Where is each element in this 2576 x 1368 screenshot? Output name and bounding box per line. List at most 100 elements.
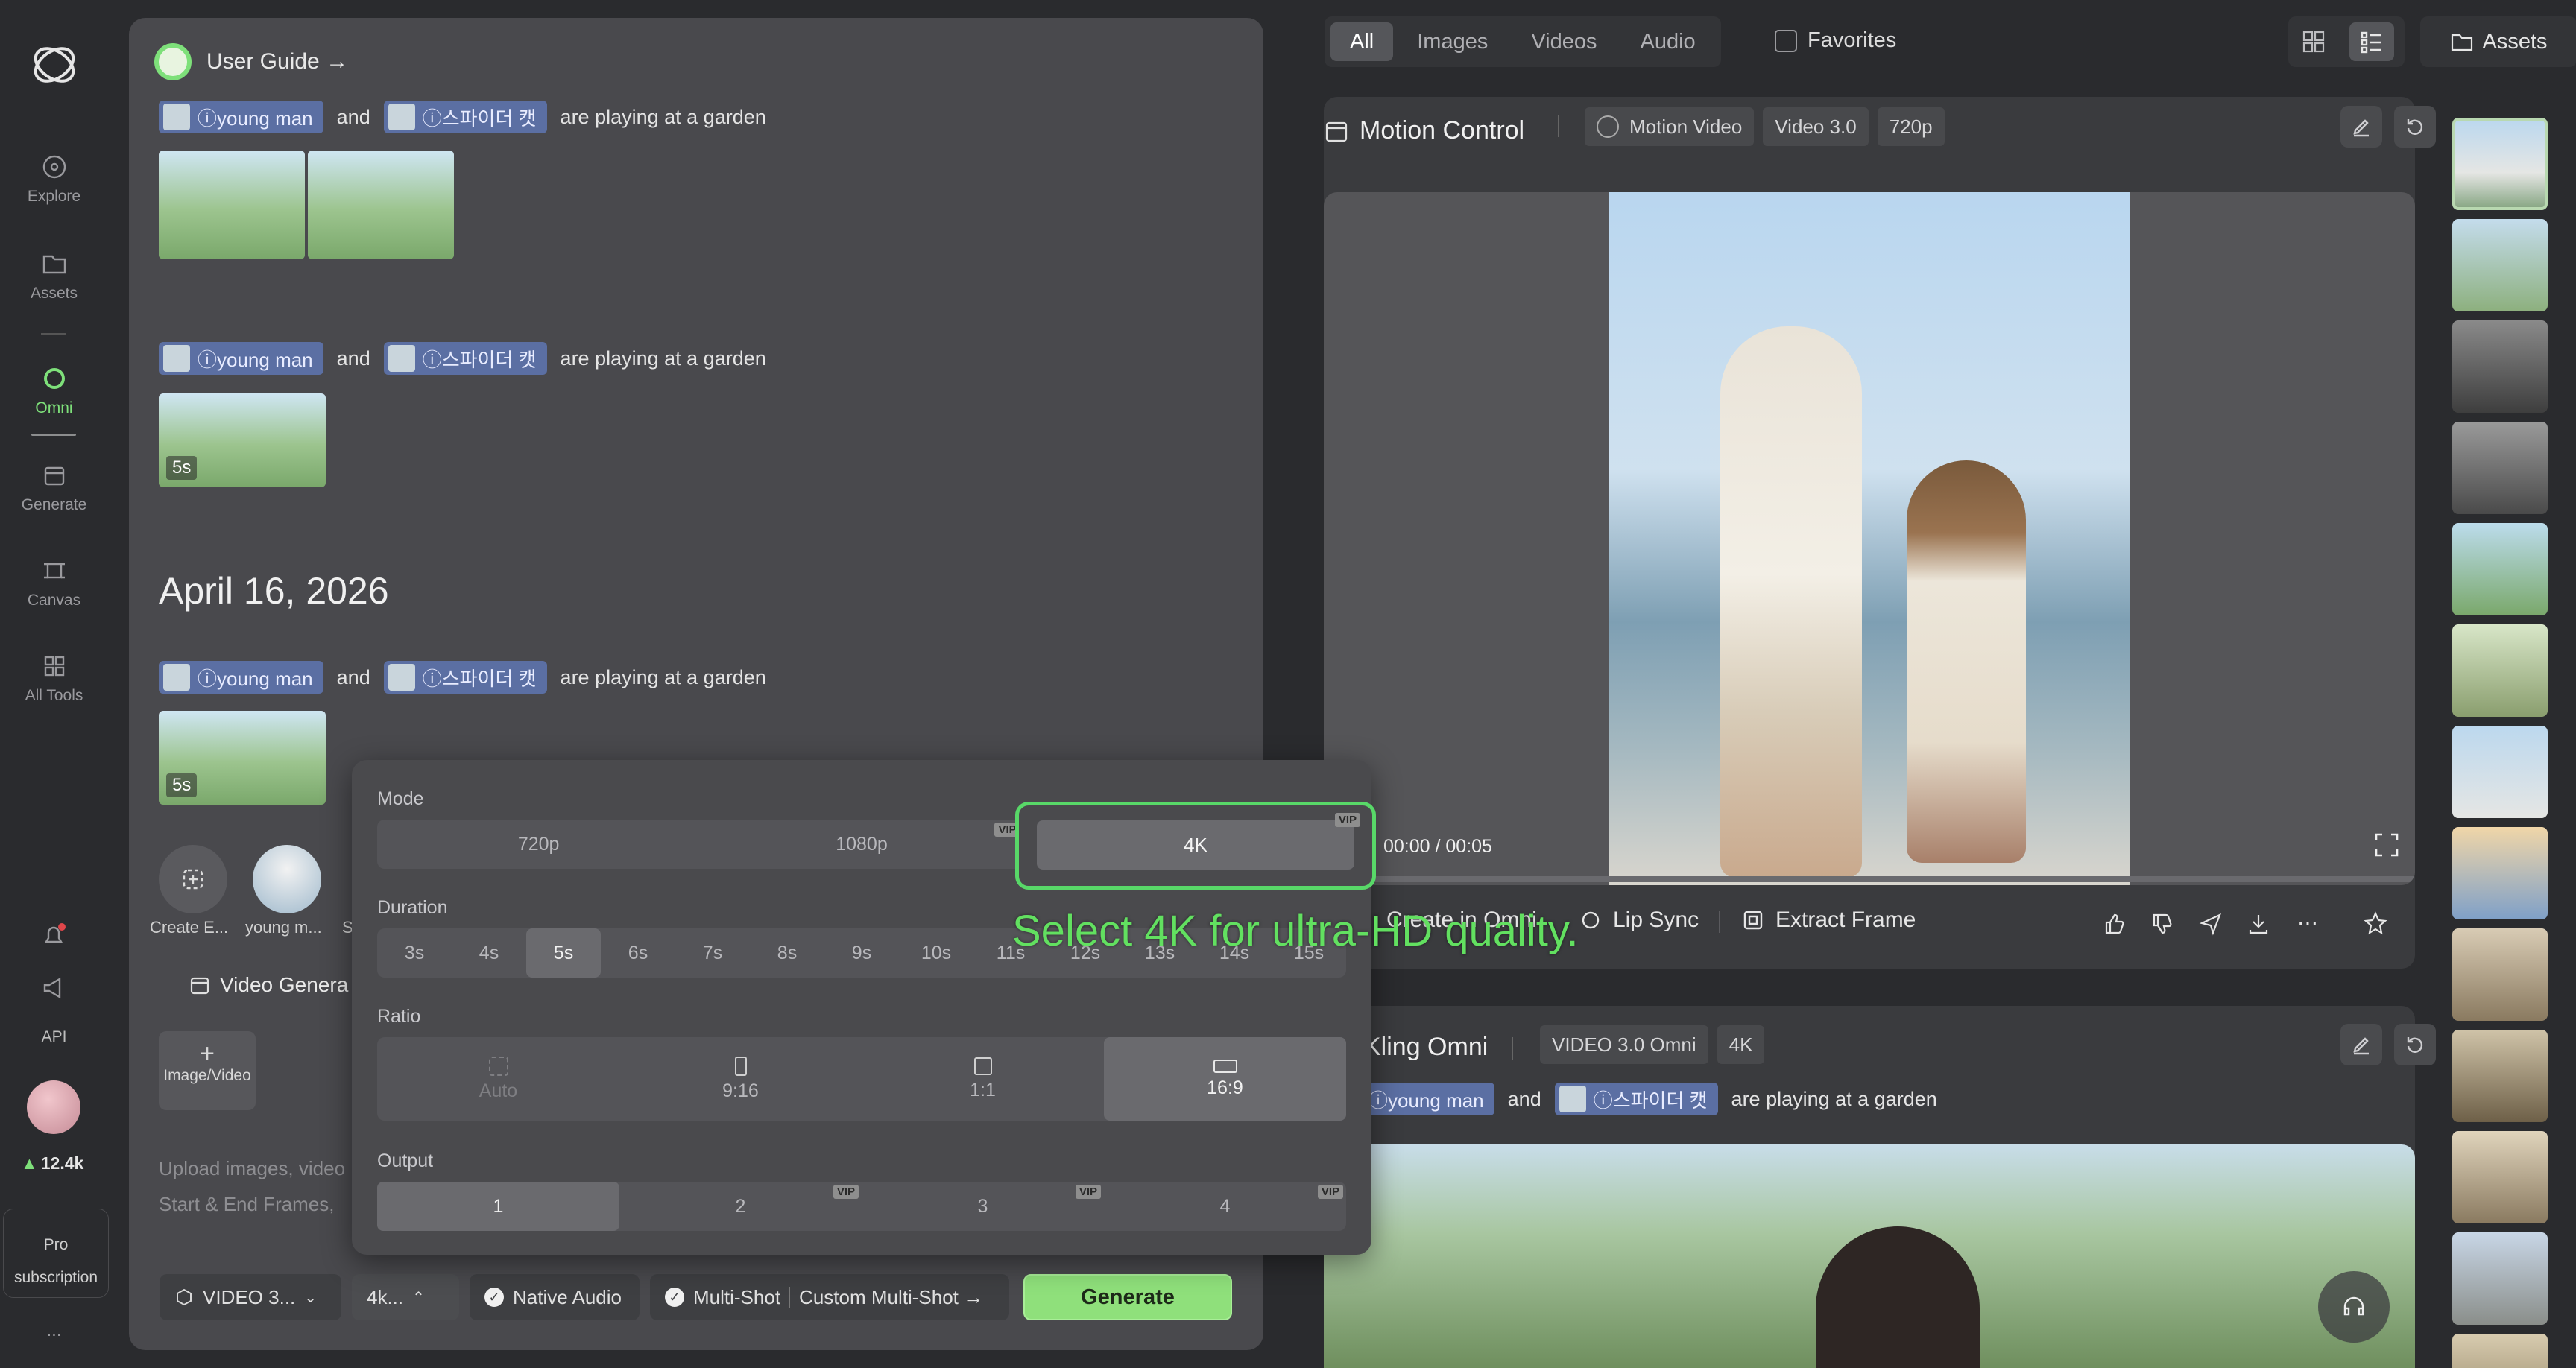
duration-option-4s[interactable]: 4s (452, 928, 526, 978)
app-logo-icon[interactable] (28, 39, 80, 91)
more-menu[interactable]: ... (0, 1320, 108, 1341)
history-prompt[interactable]: ⓘyoung man and ⓘ스파이더 캣 are playing at a … (159, 100, 766, 134)
duration-option-3s[interactable]: 3s (377, 928, 452, 978)
prompt-input[interactable]: Upload images, video Start & End Frames, (159, 1150, 345, 1222)
subject-chip[interactable]: ⓘ스파이더 캣 (383, 661, 547, 694)
grid-view-icon[interactable] (2299, 27, 2329, 57)
history-prompt[interactable]: ⓘyoung man and ⓘ스파이더 캣 are playing at a … (159, 341, 766, 376)
list-view-button[interactable] (2349, 22, 2394, 61)
lip-sync-button[interactable]: Lip Sync (1579, 908, 1699, 933)
megaphone-icon[interactable] (39, 973, 69, 1003)
star-icon[interactable] (2363, 911, 2388, 936)
sidebar-item-generate[interactable]: Generate (0, 460, 108, 514)
custom-multi-shot-link[interactable]: Custom Multi-Shot → (799, 1286, 983, 1309)
sidebar-item-omni[interactable]: Omni (0, 364, 108, 417)
subject-chip[interactable]: ⓘyoung man (159, 661, 323, 694)
thumbnail-item[interactable] (2452, 827, 2548, 919)
user-guide-link[interactable]: User Guide → (154, 43, 348, 80)
video-thumbnail[interactable]: 5s (159, 711, 326, 805)
edit-button[interactable] (2340, 1024, 2382, 1065)
mode-option-4k[interactable]: 4K VIP (1015, 802, 1376, 890)
regenerate-button[interactable] (2394, 106, 2436, 148)
add-image-video-button[interactable]: + Image/Video (159, 1031, 256, 1110)
subject-chip[interactable]: ⓘ스파이더 캣 (1554, 1083, 1718, 1115)
sidebar-item-explore[interactable]: Explore (0, 152, 108, 206)
tab-all[interactable]: All (1330, 22, 1394, 61)
assets-button[interactable]: Assets (2420, 16, 2576, 67)
video-thumbnail[interactable] (308, 151, 454, 259)
duration-option-9s[interactable]: 9s (824, 928, 899, 978)
bell-icon[interactable] (39, 921, 69, 951)
more-options-icon[interactable]: ⋯ (2297, 911, 2318, 935)
extract-frame-button[interactable]: Extract Frame (1741, 908, 1916, 933)
generate-button[interactable]: Generate (1023, 1274, 1232, 1320)
thumbnail-item[interactable] (2452, 1030, 2548, 1122)
video-preview[interactable] (1324, 1144, 2415, 1368)
api-link[interactable]: API (0, 1028, 108, 1046)
favorites-checkbox[interactable]: Favorites (1775, 28, 1896, 53)
pro-subscription-button[interactable]: Pro subscription (3, 1209, 109, 1298)
edit-button[interactable] (2340, 106, 2382, 148)
thumbnail-item[interactable] (2452, 624, 2548, 717)
fullscreen-icon[interactable] (2372, 830, 2402, 860)
sidebar: Explore Assets Omni Generate Canvas All … (0, 0, 109, 1368)
ratio-option-1-1[interactable]: 1:1 (862, 1037, 1104, 1121)
thumbnail-item[interactable] (2452, 320, 2548, 413)
chip-thumbnail (388, 664, 415, 691)
thumbnail-item[interactable] (2452, 726, 2548, 818)
sidebar-item-all-tools[interactable]: All Tools (0, 651, 108, 705)
thumbnail-item[interactable] (2452, 523, 2548, 615)
video-player[interactable]: 00:00 / 00:05 (1324, 192, 2415, 885)
subject-chip[interactable]: ⓘyoung man (159, 342, 323, 375)
thumbnail-item[interactable] (2452, 1334, 2548, 1368)
output-option-3[interactable]: 3 VIP (862, 1182, 1104, 1231)
download-icon[interactable] (2247, 912, 2270, 936)
regenerate-button[interactable] (2394, 1024, 2436, 1065)
thumbnail-item[interactable] (2452, 928, 2548, 1021)
multi-shot-toggle[interactable]: ✓ Multi-Shot Custom Multi-Shot → (650, 1274, 1009, 1320)
video-thumbnail[interactable]: 5s (159, 393, 326, 487)
duration-option-10s[interactable]: 10s (899, 928, 973, 978)
ratio-option-16-9[interactable]: 16:9 (1104, 1037, 1346, 1121)
result-prompt[interactable]: ⓘyoung man and ⓘ스파이더 캣 are playing at a … (1364, 1082, 1937, 1116)
duration-option-5s[interactable]: 5s (526, 928, 601, 978)
video-thumbnail[interactable] (159, 151, 305, 259)
ratio-option-9-16[interactable]: 9:16 (619, 1037, 862, 1121)
thumbs-down-icon[interactable] (2150, 912, 2174, 936)
thumbnail-item-selected[interactable] (2452, 118, 2548, 210)
model-select[interactable]: VIDEO 3... ⌄ (160, 1274, 341, 1320)
tab-videos[interactable]: Videos (1512, 22, 1616, 61)
send-icon[interactable] (2199, 912, 2223, 936)
support-button[interactable] (2318, 1271, 2390, 1343)
duration-option-8s[interactable]: 8s (750, 928, 824, 978)
sidebar-item-assets[interactable]: Assets (0, 249, 108, 303)
subject-chip[interactable]: ⓘ스파이더 캣 (383, 101, 547, 133)
duration-option-6s[interactable]: 6s (601, 928, 675, 978)
subject-chip[interactable]: ⓘyoung man (159, 101, 323, 133)
tab-audio[interactable]: Audio (1621, 22, 1715, 61)
native-audio-toggle[interactable]: ✓ Native Audio (470, 1274, 640, 1320)
output-option-1[interactable]: 1 (377, 1182, 619, 1231)
tab-images[interactable]: Images (1398, 22, 1507, 61)
output-option-4[interactable]: 4 VIP (1104, 1182, 1346, 1231)
thumbs-up-icon[interactable] (2102, 912, 2126, 936)
quality-select[interactable]: 4k... ⌃ (352, 1274, 459, 1320)
thumbnail-item[interactable] (2452, 219, 2548, 311)
subject-chip[interactable]: ⓘyoung man (1364, 1083, 1494, 1115)
credits-badge[interactable]: ▲ 12.4k (21, 1153, 83, 1174)
duration-option-7s[interactable]: 7s (675, 928, 750, 978)
mode-option-720p[interactable]: 720p (377, 820, 700, 869)
saved-subject-avatar[interactable] (253, 845, 321, 913)
history-prompt[interactable]: ⓘyoung man and ⓘ스파이더 캣 are playing at a … (159, 660, 766, 694)
sidebar-divider (41, 333, 66, 335)
sidebar-item-canvas[interactable]: Canvas (0, 556, 108, 609)
mode-option-1080p[interactable]: 1080p VIP (700, 820, 1023, 869)
create-element-button[interactable] (159, 845, 227, 913)
avatar[interactable] (27, 1080, 80, 1134)
thumbnail-item[interactable] (2452, 1131, 2548, 1223)
thumbnail-item[interactable] (2452, 1232, 2548, 1325)
output-option-2[interactable]: 2 VIP (619, 1182, 862, 1231)
progress-bar[interactable] (1324, 876, 2415, 882)
thumbnail-item[interactable] (2452, 422, 2548, 514)
subject-chip[interactable]: ⓘ스파이더 캣 (383, 342, 547, 375)
